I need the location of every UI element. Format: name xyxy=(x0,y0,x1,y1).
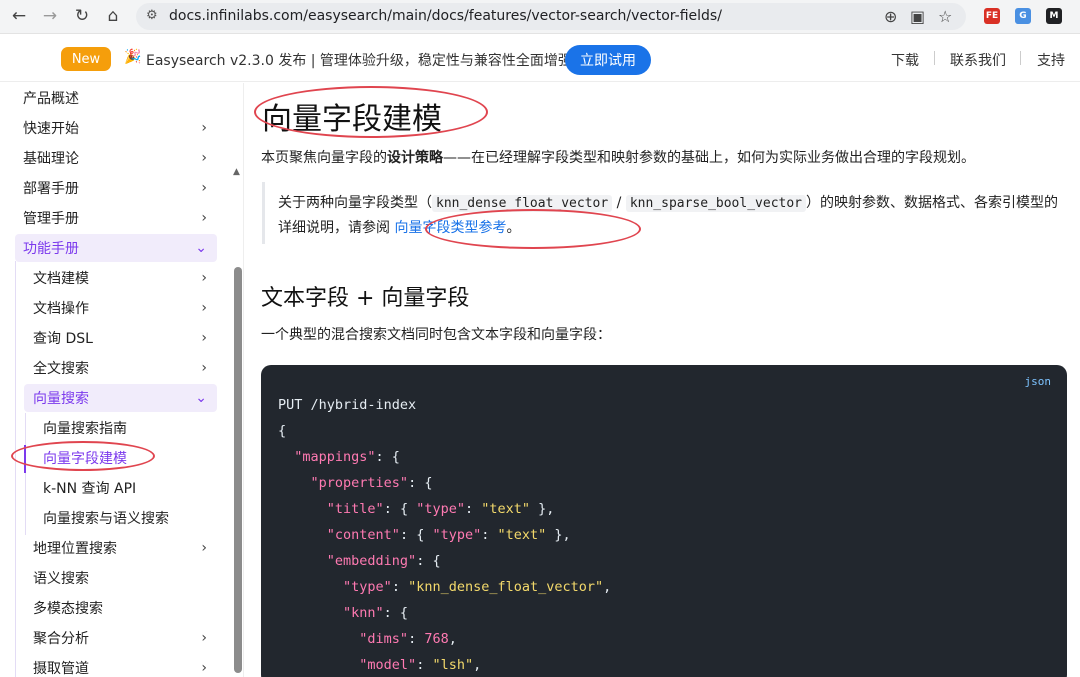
new-badge: New xyxy=(61,47,111,71)
sidebar-item-admin[interactable]: 管理手册 › xyxy=(23,204,217,232)
chevron-right-icon: › xyxy=(201,300,207,316)
back-icon[interactable]: ← xyxy=(8,5,30,27)
section-paragraph: 一个典型的混合搜索文档同时包含文本字段和向量字段： xyxy=(261,327,611,343)
extension-translate-icon[interactable]: G xyxy=(1015,8,1031,24)
code-line: "dims": 768, xyxy=(359,631,457,647)
forward-icon[interactable]: → xyxy=(39,5,61,27)
sidebar-item-features[interactable]: 功能手册 ⌄ xyxy=(15,234,217,262)
install-icon[interactable]: ▣ xyxy=(910,7,925,26)
section-heading: 文本字段 + 向量字段 xyxy=(261,286,470,311)
scroll-up-icon[interactable]: ▲ xyxy=(233,167,240,177)
code-line: "properties": { xyxy=(310,475,433,491)
chevron-right-icon: › xyxy=(201,120,207,136)
sidebar-item-aggregations[interactable]: 聚合分析 › xyxy=(33,624,217,652)
chevron-right-icon: › xyxy=(201,210,207,226)
sidebar-item-overview[interactable]: 产品概述 xyxy=(23,84,217,112)
sidebar-item-semantic[interactable]: 语义搜索 xyxy=(33,564,217,592)
tree-guide-line xyxy=(15,261,16,677)
code-line: "model": "lsh", xyxy=(359,657,482,673)
reference-callout: 关于两种向量字段类型（ knn_dense_float_vector / knn_… xyxy=(262,182,1062,244)
home-icon[interactable]: ⌂ xyxy=(102,5,124,27)
code-language-label: json xyxy=(1024,375,1052,388)
chevron-right-icon: › xyxy=(201,180,207,196)
code-line: "embedding": { xyxy=(326,553,441,569)
chevron-right-icon: › xyxy=(201,360,207,376)
address-bar[interactable]: ⚙ docs.infinilabs.com/easysearch/main/do… xyxy=(136,3,966,30)
code-line: "mappings": { xyxy=(294,449,400,465)
extension-m-icon[interactable]: M xyxy=(1046,8,1062,24)
download-link[interactable]: 下载 xyxy=(891,50,919,70)
announcement-bar: New 🎉 Easysearch v2.3.0 发布 | 管理体验升级，稳定性与… xyxy=(0,34,1080,82)
sidebar-item-knn-api[interactable]: k-NN 查询 API xyxy=(43,474,217,502)
annotation-circle xyxy=(425,209,641,249)
try-now-button[interactable]: 立即试用 xyxy=(565,45,651,75)
divider xyxy=(934,51,935,65)
code-line: "content": { "type": "text" }, xyxy=(326,527,571,543)
code-line: "knn": { xyxy=(343,605,409,621)
chevron-right-icon: › xyxy=(201,150,207,166)
sidebar-item-query-dsl[interactable]: 查询 DSL › xyxy=(33,324,217,352)
party-icon: 🎉 xyxy=(124,49,142,65)
sidebar-scrollbar[interactable] xyxy=(234,267,242,673)
sidebar-item-doc-modeling[interactable]: 文档建模 › xyxy=(33,264,217,292)
url-text[interactable]: docs.infinilabs.com/easysearch/main/docs… xyxy=(169,8,722,24)
sidebar-item-multimodal[interactable]: 多模态搜索 xyxy=(33,594,217,622)
contact-link[interactable]: 联系我们 xyxy=(950,50,1006,70)
chevron-right-icon: › xyxy=(201,660,207,676)
code-line: PUT /hybrid-index xyxy=(278,397,417,413)
inline-code: knn_sparse_bool_vector xyxy=(625,195,806,212)
chevron-right-icon: › xyxy=(201,330,207,346)
announcement-text[interactable]: Easysearch v2.3.0 发布 | 管理体验升级，稳定性与兼容性全面增… xyxy=(146,50,572,70)
support-link[interactable]: 支持 xyxy=(1037,50,1065,70)
sidebar-item-geo[interactable]: 地理位置搜索 › xyxy=(33,534,217,562)
annotation-circle xyxy=(254,86,488,138)
reload-icon[interactable]: ↻ xyxy=(71,5,93,27)
sidebar-item-vector-search[interactable]: 向量搜索 ⌄ xyxy=(24,384,217,412)
chevron-down-icon: ⌄ xyxy=(195,390,207,406)
sidebar-item-quickstart[interactable]: 快速开始 › xyxy=(23,114,217,142)
chevron-right-icon: › xyxy=(201,630,207,646)
divider xyxy=(1020,51,1021,65)
extension-fe-icon[interactable]: FE xyxy=(984,8,1000,24)
docs-sidebar: ▲ 产品概述 快速开始 › 基础理论 › 部署手册 › 管理手册 › 功能手册 ⌄ 文档建… xyxy=(0,83,244,677)
code-line: { xyxy=(278,423,287,439)
annotation-circle xyxy=(11,441,155,471)
code-line: "type": "knn_dense_float_vector", xyxy=(343,579,612,595)
sidebar-item-ingest[interactable]: 摄取管道 › xyxy=(33,654,217,677)
sidebar-item-vector-guide[interactable]: 向量搜索指南 xyxy=(43,414,217,442)
tree-guide-line xyxy=(25,413,26,535)
sidebar-item-doc-ops[interactable]: 文档操作 › xyxy=(33,294,217,322)
chevron-right-icon: › xyxy=(201,540,207,556)
sidebar-item-basics[interactable]: 基础理论 › xyxy=(23,144,217,172)
sidebar-item-vector-semantic[interactable]: 向量搜索与语义搜索 xyxy=(43,504,217,532)
browser-toolbar: ← → ↻ ⌂ ⚙ docs.infinilabs.com/easysearch… xyxy=(0,0,1080,34)
chevron-right-icon: › xyxy=(201,270,207,286)
code-line: "title": { "type": "text" }, xyxy=(326,501,555,517)
zoom-icon[interactable]: ⊕ xyxy=(884,7,897,26)
chevron-down-icon: ⌄ xyxy=(195,240,207,256)
intro-paragraph: 本页聚焦向量字段的设计策略——在已经理解字段类型和映射参数的基础上，如何为实际业… xyxy=(261,150,975,166)
code-block[interactable]: json PUT /hybrid-index { "mappings": { "… xyxy=(261,365,1067,677)
star-icon[interactable]: ☆ xyxy=(938,7,952,26)
sidebar-item-fulltext[interactable]: 全文搜索 › xyxy=(33,354,217,382)
sidebar-item-deploy[interactable]: 部署手册 › xyxy=(23,174,217,202)
site-settings-icon[interactable]: ⚙ xyxy=(146,8,158,23)
